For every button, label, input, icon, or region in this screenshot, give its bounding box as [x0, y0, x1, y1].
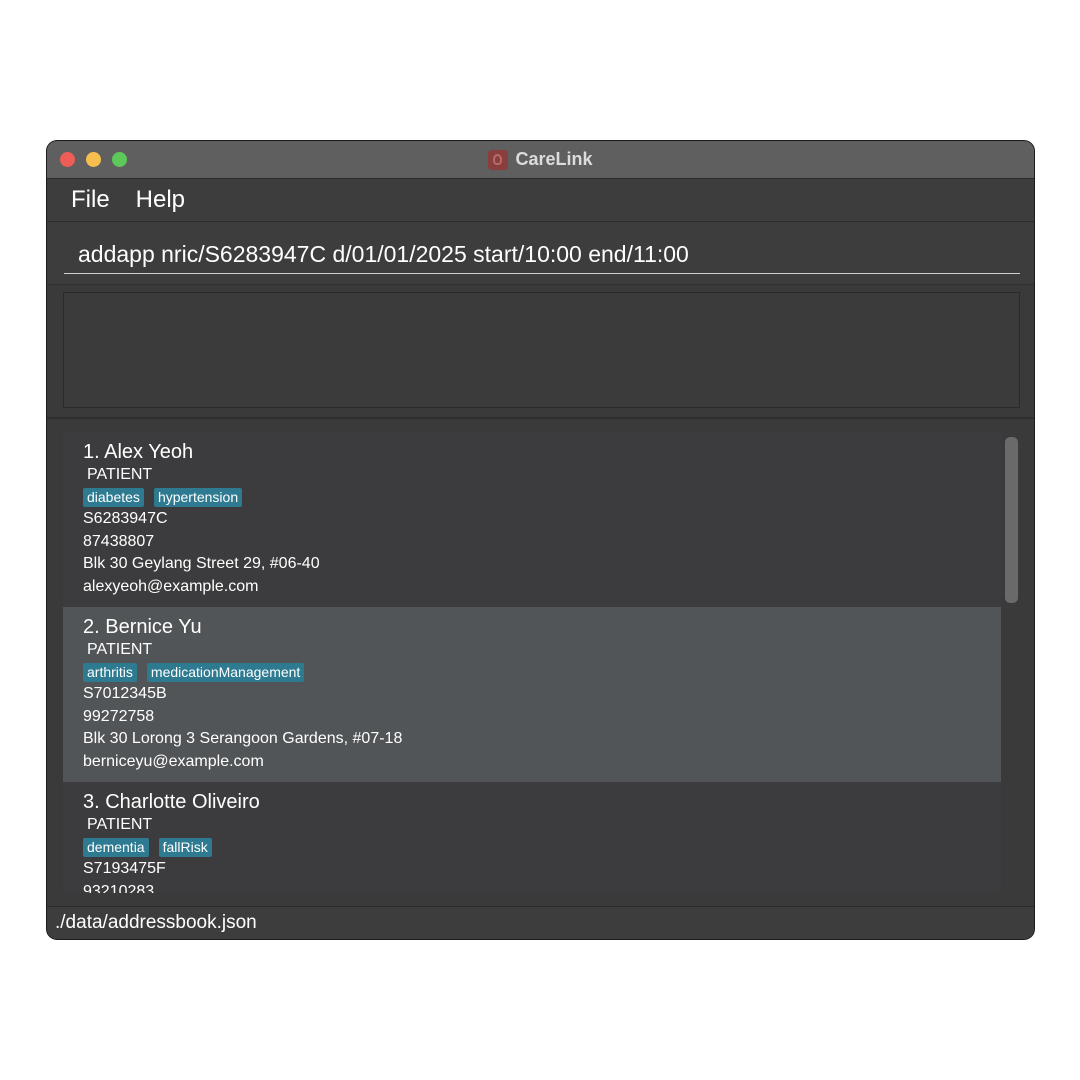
scrollbar-thumb[interactable] — [1005, 437, 1018, 603]
tag: medicationManagement — [146, 662, 305, 682]
person-role: PATIENT — [87, 816, 153, 833]
tag: dementia — [83, 837, 149, 857]
person-list-panel: 1. Alex Yeoh PATIENT diabetes hypertensi… — [47, 419, 1034, 906]
tag: arthritis — [83, 662, 137, 682]
save-file-path: ./data/addressbook.json — [55, 912, 257, 933]
person-list[interactable]: 1. Alex Yeoh PATIENT diabetes hypertensi… — [63, 432, 1001, 893]
person-nric: S7193475F — [83, 860, 166, 877]
app-window: CareLink File Help 1. Alex Yeoh PATIENT … — [47, 141, 1034, 939]
list-scrollbar[interactable] — [1005, 432, 1019, 893]
window-title-group: CareLink — [47, 141, 1034, 178]
person-card[interactable]: 2. Bernice Yu PATIENT arthritis medicati… — [63, 607, 1001, 782]
person-address: Blk 30 Lorong 3 Serangoon Gardens, #07-1… — [83, 730, 403, 747]
person-phone: 93210283 — [83, 882, 155, 894]
person-card[interactable]: 1. Alex Yeoh PATIENT diabetes hypertensi… — [63, 432, 1001, 607]
person-card[interactable]: 3. Charlotte Oliveiro PATIENT dementia f… — [63, 782, 1001, 893]
person-address: Blk 30 Geylang Street 29, #06-40 — [83, 555, 320, 572]
title-bar[interactable]: CareLink — [47, 141, 1034, 179]
tag-list: diabetes hypertension — [83, 486, 981, 508]
result-display-area — [47, 285, 1034, 419]
status-bar: ./data/addressbook.json — [47, 906, 1034, 939]
person-name: 3. Charlotte Oliveiro — [83, 791, 260, 813]
person-role: PATIENT — [87, 641, 153, 658]
person-phone: 87438807 — [83, 532, 155, 550]
result-display — [63, 292, 1020, 408]
command-box-area — [47, 222, 1034, 286]
person-email: alexyeoh@example.com — [83, 577, 259, 595]
window-title: CareLink — [515, 149, 593, 169]
person-nric: S6283947C — [83, 510, 168, 527]
tag-list: dementia fallRisk — [83, 836, 981, 858]
menu-bar: File Help — [47, 179, 1034, 222]
person-name: 1. Alex Yeoh — [83, 441, 194, 463]
tag-list: arthritis medicationManagement — [83, 661, 981, 683]
person-name: 2. Bernice Yu — [83, 616, 202, 638]
tag: fallRisk — [158, 837, 212, 857]
tag: hypertension — [153, 487, 243, 507]
person-email: berniceyu@example.com — [83, 752, 264, 770]
person-phone: 99272758 — [83, 707, 155, 725]
command-input[interactable] — [64, 236, 1020, 274]
carelink-app-icon — [488, 149, 509, 170]
person-role: PATIENT — [87, 466, 153, 483]
tag: diabetes — [83, 487, 144, 507]
menu-help[interactable]: Help — [136, 186, 185, 214]
menu-file[interactable]: File — [71, 186, 110, 214]
person-nric: S7012345B — [83, 685, 167, 702]
